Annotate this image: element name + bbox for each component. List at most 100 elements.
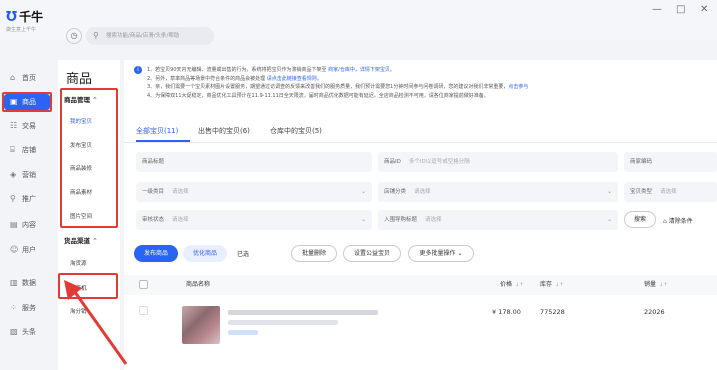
marketing-icon: ◈ xyxy=(10,170,17,179)
rail-item-label: 店铺 xyxy=(22,146,36,154)
item-thumbnail[interactable] xyxy=(182,306,220,344)
trade-icon: ☷ xyxy=(10,121,18,130)
rail-item-label: 头条 xyxy=(22,328,36,336)
history-button[interactable]: ◷ xyxy=(66,28,82,44)
sort-icon: ↓↑ xyxy=(555,282,564,288)
set-charity-button[interactable]: 设置公益宝贝 xyxy=(343,245,401,262)
chevron-down-icon: ⌄ xyxy=(360,216,366,223)
app-name: 千牛 xyxy=(19,10,44,24)
rail-item-label: 首页 xyxy=(22,74,36,82)
table-header: 商品名称 价格 ↓↑ 库存 ↓↑ 销量 ↓↑ xyxy=(124,275,717,295)
filter-shop-category-select[interactable]: 店铺分类 请选择 ⌄ xyxy=(378,182,618,202)
shop-icon: ⌸ xyxy=(10,145,15,154)
rail-item-label: 内容 xyxy=(22,221,36,229)
table-row[interactable]: ¥ 178.00 775228 22026 xyxy=(124,296,717,370)
search-icon: ⚲ xyxy=(93,31,99,40)
divider xyxy=(124,142,717,143)
rail-item-label: 交易 xyxy=(22,122,36,130)
item-sales: 22026 xyxy=(644,308,665,316)
app-tagline: 做生意上千牛 xyxy=(6,27,37,33)
highlight-box xyxy=(2,92,52,112)
user-icon: ☺ xyxy=(10,245,19,254)
notice-text: 。 xyxy=(316,75,322,82)
filter-merchant-code-input[interactable]: 商家编码 xyxy=(624,152,717,172)
optimize-item-button[interactable]: 优化商品 xyxy=(183,245,227,262)
notice-text: 2、另外，草率商品等场景中符合条件的商品会被处理 xyxy=(147,75,267,82)
notice-line: 2、另外，草率商品等场景中符合条件的商品会被处理 请点击此链接查看规则。 xyxy=(147,75,528,84)
more-batch-actions-button[interactable]: 更多批量操作 ⌄ xyxy=(408,245,474,262)
main-panel: i 1、若宝贝90天内无编辑、流量或出售的行为，系统将把宝贝作为滞销商品下架至 … xyxy=(124,60,717,370)
news-icon: ▧ xyxy=(10,327,18,336)
row-checkbox[interactable] xyxy=(139,306,148,315)
item-price: ¥ 178.00 xyxy=(492,308,521,316)
rail-item-4[interactable]: ◈ 营销 xyxy=(4,167,50,183)
promote-icon: ⚲ xyxy=(10,194,16,203)
clear-icon: ⌂ xyxy=(663,218,667,225)
tab-on-sale[interactable]: 出售中的宝贝(6) xyxy=(198,126,250,136)
highlight-box xyxy=(60,88,118,228)
rail-item-label: 服务 xyxy=(22,304,36,312)
filter-title-input[interactable]: 商品标题 xyxy=(136,152,372,172)
clear-filters-button[interactable]: ⌂ 清除条件 xyxy=(663,216,693,225)
rail-item-7[interactable]: ☺ 用户 xyxy=(4,242,50,258)
chevron-down-icon: ⌄ xyxy=(606,188,612,195)
col-sales[interactable]: 销量 ↓↑ xyxy=(644,275,667,295)
data-icon: ▥ xyxy=(10,278,18,287)
nav-tao-source[interactable]: 淘货源 xyxy=(70,259,87,267)
filter-audit-status-select[interactable]: 审核状态 请选择 ⌄ xyxy=(136,210,372,230)
caret-up-icon: ⌃ xyxy=(92,237,98,245)
close-button[interactable]: ✕ xyxy=(700,4,708,15)
search-button[interactable]: 搜索 xyxy=(624,211,656,228)
rail-item-9[interactable]: ⁘ 服务 xyxy=(4,300,50,316)
tab-all-items[interactable]: 全部宝贝(11) xyxy=(136,126,178,136)
global-search-input[interactable]: ⚲ 搜索功能/商品/店滑/头条/帮助 xyxy=(86,27,214,45)
tab-in-warehouse[interactable]: 仓库中的宝贝(5) xyxy=(270,126,322,136)
rail-item-6[interactable]: ▤ 内容 xyxy=(4,217,50,233)
col-item-name: 商品名称 xyxy=(186,281,211,288)
notice-link[interactable]: 详情下架宝贝 xyxy=(360,67,390,73)
rail-item-5[interactable]: ⚲ 推广 xyxy=(4,191,50,207)
notice-banner: i 1、若宝贝90天内无编辑、流量或出售的行为，系统将把宝贝作为滞销商品下架至 … xyxy=(134,66,528,100)
info-icon: i xyxy=(134,66,142,74)
home-icon: ⌂ xyxy=(10,73,16,82)
col-price[interactable]: 价格 ↓↑ xyxy=(500,275,523,295)
rail-item-2[interactable]: ☷ 交易 xyxy=(4,118,50,134)
rail-item-label: 营销 xyxy=(22,171,36,179)
item-stock: 775228 xyxy=(540,308,565,316)
service-icon: ⁘ xyxy=(10,303,17,312)
section-title: 商品 xyxy=(66,72,93,87)
publish-item-button[interactable]: 发布商品 xyxy=(134,245,178,262)
filter-id-input[interactable]: 商品ID 多个ID以逗号或空格分隔 xyxy=(378,152,618,172)
select-all-checkbox[interactable] xyxy=(139,280,148,289)
filter-guide-title-select[interactable]: 入围导购标题 请选择 ⌄ xyxy=(378,210,618,230)
rail-item-8[interactable]: ▥ 数据 xyxy=(4,275,50,291)
group-supply-channel[interactable]: 货品渠道 ⌃ xyxy=(64,235,98,245)
item-title-redacted xyxy=(228,310,378,315)
primary-nav: ⌂ 首页 ▣ 商品 ☷ 交易 ⌸ 店铺 ◈ 营销 ⚲ 推广 ▤ 内容 ☺ 用户 ▥ 数据 ⁘ 服务 ▧ 头条 xyxy=(0,60,54,370)
rail-item-label: 推广 xyxy=(22,195,36,203)
chevron-down-icon: ⌄ xyxy=(606,216,612,223)
rail-item-0[interactable]: ⌂ 首页 xyxy=(4,70,50,86)
content-icon: ▤ xyxy=(10,220,18,229)
filter-category-select[interactable]: 一级类目 请选择 ⌄ xyxy=(136,182,372,202)
chevron-down-icon: ⌄ xyxy=(457,250,463,257)
notice-link[interactable]: 点击参与 xyxy=(508,84,528,90)
notice-line: 1、若宝贝90天内无编辑、流量或出售的行为，系统将把宝贝作为滞销商品下架至 商家… xyxy=(147,66,528,75)
qianniu-logo-icon: Ʊ xyxy=(6,10,18,25)
item-tag-redacted xyxy=(228,330,258,335)
app-logo: Ʊ 千牛 做生意上千牛 xyxy=(6,8,50,33)
batch-delete-button[interactable]: 批量删除 xyxy=(291,245,337,262)
minimize-button[interactable]: — xyxy=(652,4,662,15)
item-subtitle-redacted xyxy=(228,320,338,325)
rail-item-3[interactable]: ⌸ 店铺 xyxy=(4,142,50,158)
notice-text: 。 xyxy=(389,67,395,73)
annotation-arrow xyxy=(64,280,128,365)
maximize-button[interactable]: □ xyxy=(676,4,685,15)
notice-link[interactable]: 商家/仓库中 xyxy=(328,67,355,73)
rail-item-10[interactable]: ▧ 头条 xyxy=(4,324,50,340)
notice-text: 4、为保障双11大促稳定，商品优化工具预计在11.9-11.11日全天限流，届时… xyxy=(147,92,489,99)
filter-item-type-select[interactable]: 宝贝类型 请选择 xyxy=(624,182,717,202)
chevron-down-icon: ⌄ xyxy=(360,188,366,195)
col-stock[interactable]: 库存 ↓↑ xyxy=(540,275,563,295)
notice-link[interactable]: 请点击此链接查看规则 xyxy=(267,76,317,82)
